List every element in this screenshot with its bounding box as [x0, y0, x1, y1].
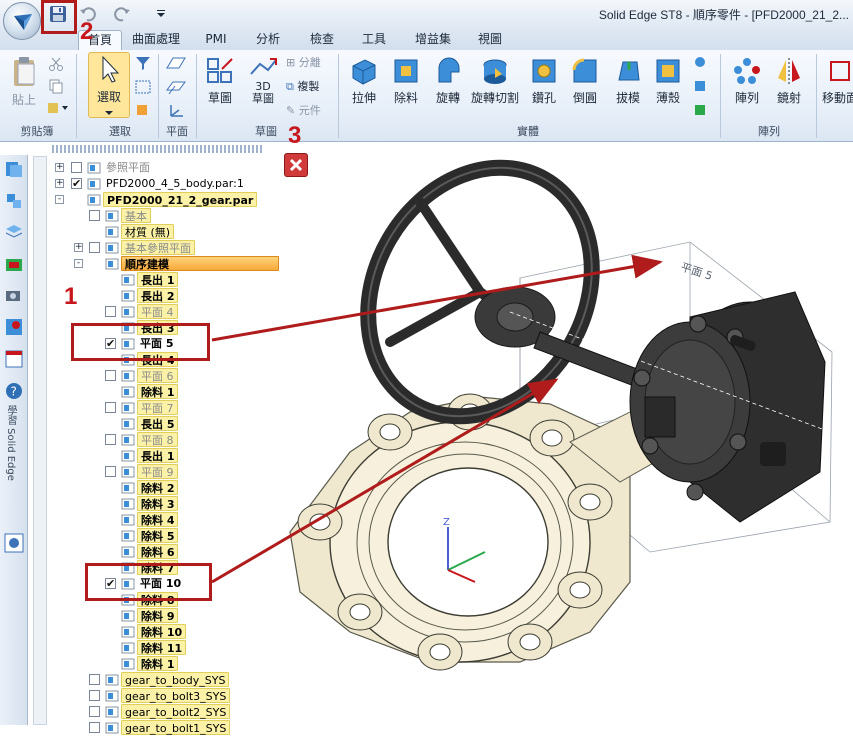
annotation-arrows: [211, 254, 663, 584]
arrow-plane5: [211, 254, 663, 342]
arrow-plane10: [211, 378, 559, 584]
application-button[interactable]: [3, 2, 41, 40]
